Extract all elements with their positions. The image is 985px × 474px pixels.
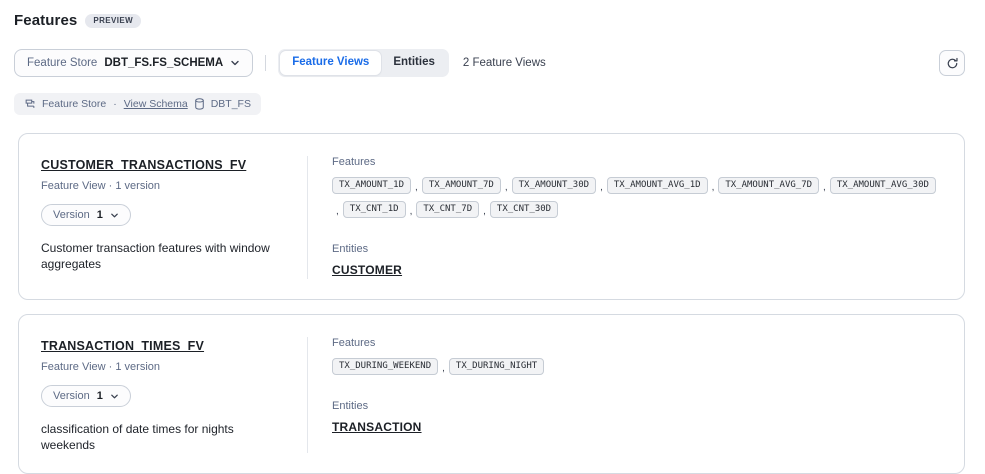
breadcrumb-separator: · [113, 98, 117, 110]
chip-separator: , [505, 182, 508, 193]
chip-separator: , [483, 206, 486, 217]
feature-chip: TX_AMOUNT_AVG_1D [607, 177, 708, 194]
feature-view-description: Customer transaction features with windo… [41, 240, 289, 272]
feature-chip: TX_AMOUNT_1D [332, 177, 411, 194]
card-summary: CUSTOMER_TRANSACTIONS_FV Feature View · … [41, 156, 307, 279]
chip-separator: , [712, 182, 715, 193]
feature-view-meta: Feature View · 1 version [41, 361, 289, 373]
entities-block: Entities TRANSACTION [332, 400, 944, 436]
chevron-down-icon [230, 58, 240, 68]
feature-view-card: CUSTOMER_TRANSACTIONS_FV Feature View · … [18, 133, 965, 300]
feature-chip: TX_AMOUNT_AVG_30D [830, 177, 936, 194]
chip-separator: , [336, 206, 339, 217]
feature-view-description: classification of date times for nights … [41, 421, 289, 453]
feature-store-selector[interactable]: Feature Store DBT_FS.FS_SCHEMA [14, 49, 253, 77]
feature-view-title-link[interactable]: CUSTOMER_TRANSACTIONS_FV [41, 158, 246, 172]
feature-chip: TX_DURING_NIGHT [449, 358, 544, 375]
view-switcher: Feature Views Entities [278, 49, 449, 77]
features-page: Features PREVIEW Feature Store DBT_FS.FS… [0, 0, 985, 474]
chip-separator: , [823, 182, 826, 193]
feature-chip: TX_CNT_7D [416, 201, 479, 218]
version-value: 1 [97, 209, 103, 221]
feature-chip: TX_AMOUNT_AVG_7D [718, 177, 819, 194]
chip-separator: , [600, 182, 603, 193]
chip-separator: , [410, 206, 413, 217]
preview-badge: PREVIEW [85, 14, 141, 28]
feature-chip: TX_AMOUNT_30D [512, 177, 596, 194]
refresh-icon [946, 57, 959, 70]
database-icon [194, 98, 205, 110]
chip-separator: , [442, 363, 445, 374]
features-label: Features [332, 156, 944, 168]
refresh-button[interactable] [939, 50, 965, 76]
view-schema-link[interactable]: View Schema [124, 98, 188, 110]
version-value: 1 [97, 390, 103, 402]
breadcrumb-row: Feature Store · View Schema DBT_FS [14, 93, 965, 115]
feature-view-meta: Feature View · 1 version [41, 180, 289, 192]
toolbar: Feature Store DBT_FS.FS_SCHEMA Feature V… [14, 49, 965, 77]
entity-link[interactable]: CUSTOMER [332, 263, 402, 277]
chevron-down-icon [110, 211, 119, 220]
card-details: Features TX_AMOUNT_1D,TX_AMOUNT_7D,TX_AM… [308, 156, 944, 279]
version-label: Version [53, 209, 90, 221]
feature-chip: TX_AMOUNT_7D [422, 177, 501, 194]
page-title: Features [14, 12, 77, 29]
version-selector[interactable]: Version 1 [41, 385, 131, 407]
feature-chip: TX_CNT_1D [343, 201, 406, 218]
feature-chip: TX_CNT_30D [490, 201, 558, 218]
feature-store-icon [24, 98, 36, 110]
entities-label: Entities [332, 400, 944, 412]
feature-view-card: TRANSACTION_TIMES_FV Feature View · 1 ve… [18, 314, 965, 474]
feature-view-title-link[interactable]: TRANSACTION_TIMES_FV [41, 339, 204, 353]
breadcrumb: Feature Store · View Schema DBT_FS [14, 93, 261, 115]
breadcrumb-schema: DBT_FS [211, 98, 251, 110]
breadcrumb-section: Feature Store [42, 98, 106, 110]
chevron-down-icon [110, 392, 119, 401]
feature-chip: TX_DURING_WEEKEND [332, 358, 438, 375]
entities-block: Entities CUSTOMER [332, 243, 944, 279]
version-label: Version [53, 390, 90, 402]
feature-views-count: 2 Feature Views [463, 57, 546, 69]
features-label: Features [332, 337, 944, 349]
features-chip-list: TX_DURING_WEEKEND, TX_DURING_NIGHT [332, 356, 944, 380]
feature-store-label: Feature Store [27, 57, 97, 69]
features-chip-list: TX_AMOUNT_1D, TX_AMOUNT_7D, TX_AMOUNT_30D,… [332, 175, 944, 223]
entity-link[interactable]: TRANSACTION [332, 420, 422, 434]
page-header: Features PREVIEW [14, 12, 965, 29]
feature-store-value: DBT_FS.FS_SCHEMA [104, 57, 223, 69]
entities-label: Entities [332, 243, 944, 255]
tab-feature-views[interactable]: Feature Views [280, 51, 381, 75]
version-selector[interactable]: Version 1 [41, 204, 131, 226]
tab-entities[interactable]: Entities [381, 51, 447, 75]
chip-separator: , [415, 182, 418, 193]
toolbar-divider [265, 55, 266, 71]
card-summary: TRANSACTION_TIMES_FV Feature View · 1 ve… [41, 337, 307, 453]
card-details: Features TX_DURING_WEEKEND, TX_DURING_NIG… [308, 337, 944, 453]
